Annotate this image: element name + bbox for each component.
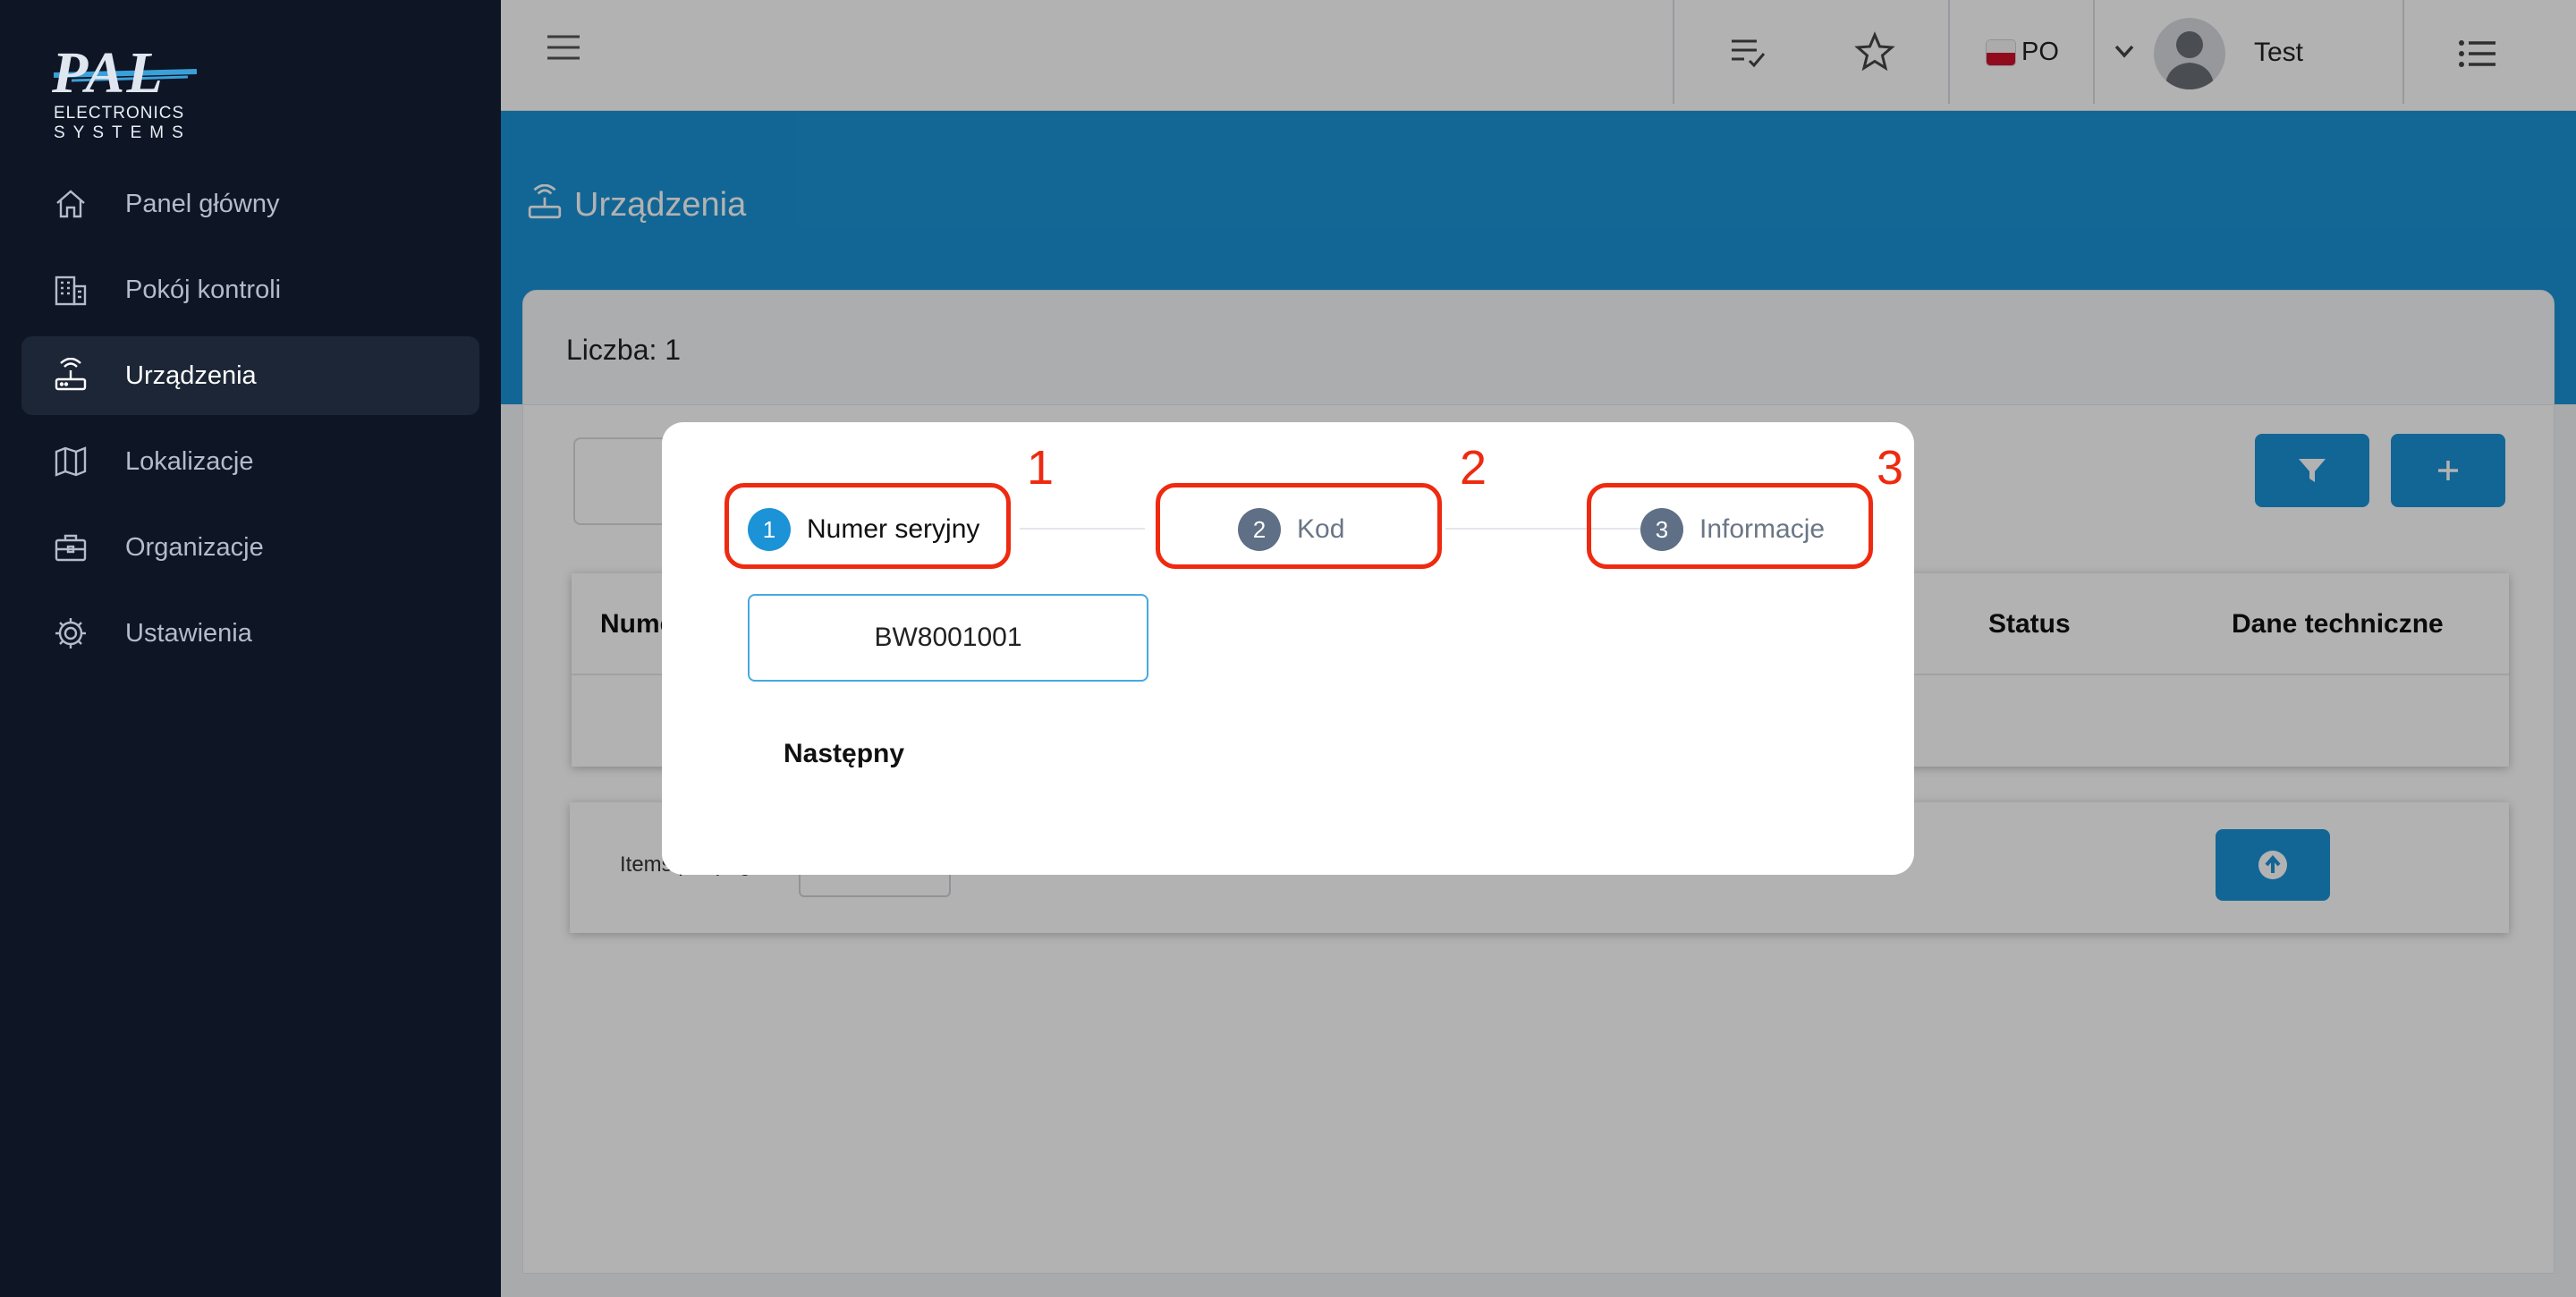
annotation-box — [1587, 483, 1873, 569]
sidebar-item-pokoj-kontroli[interactable]: Pokój kontroli — [21, 250, 479, 329]
sidebar-item-label: Ustawienia — [125, 618, 252, 648]
sidebar-nav: Panel główny Pokój kontroli Urządzenia L… — [21, 165, 479, 680]
map-icon — [52, 443, 89, 480]
sidebar-item-label: Pokój kontroli — [125, 275, 282, 304]
annotation-number: 1 — [1027, 441, 1055, 495]
sidebar-item-lokalizacje[interactable]: Lokalizacje — [21, 422, 479, 501]
app-root: PAL ELECTRONICS SYSTEMS Panel główny Pok… — [0, 0, 2576, 1297]
router-icon — [52, 357, 89, 394]
sidebar-item-label: Urządzenia — [125, 360, 257, 390]
serial-number-input[interactable]: BW8001001 — [748, 594, 1148, 682]
annotation-box — [1156, 483, 1442, 569]
sidebar-item-ustawienia[interactable]: Ustawienia — [21, 594, 479, 673]
sidebar-item-organizacje[interactable]: Organizacje — [21, 508, 479, 587]
sidebar-item-label: Lokalizacje — [125, 446, 254, 476]
sidebar-item-label: Organizacje — [125, 532, 264, 562]
sidebar-item-urzadzenia[interactable]: Urządzenia — [21, 336, 479, 415]
gear-icon — [52, 615, 89, 652]
sidebar: PAL ELECTRONICS SYSTEMS Panel główny Pok… — [0, 0, 501, 1297]
add-device-modal: 1 Numer seryjny 2 Kod 3 Informacje 1 2 3… — [662, 422, 1914, 875]
stepper-connector — [1020, 528, 1145, 530]
home-icon — [52, 185, 89, 223]
brand-line3: SYSTEMS — [54, 123, 191, 142]
brand-line2: ELECTRONICS — [54, 104, 185, 123]
annotation-number: 3 — [1877, 441, 1904, 495]
brand-logo: PAL ELECTRONICS SYSTEMS — [52, 39, 204, 145]
sidebar-item-label: Panel główny — [125, 189, 280, 218]
annotation-box — [724, 483, 1011, 569]
sidebar-item-panel-glowny[interactable]: Panel główny — [21, 165, 479, 243]
next-button[interactable]: Następny — [784, 739, 904, 769]
building-icon — [52, 271, 89, 309]
brand-name: PAL — [52, 40, 165, 106]
annotation-number: 2 — [1460, 441, 1487, 495]
briefcase-icon — [52, 529, 89, 566]
